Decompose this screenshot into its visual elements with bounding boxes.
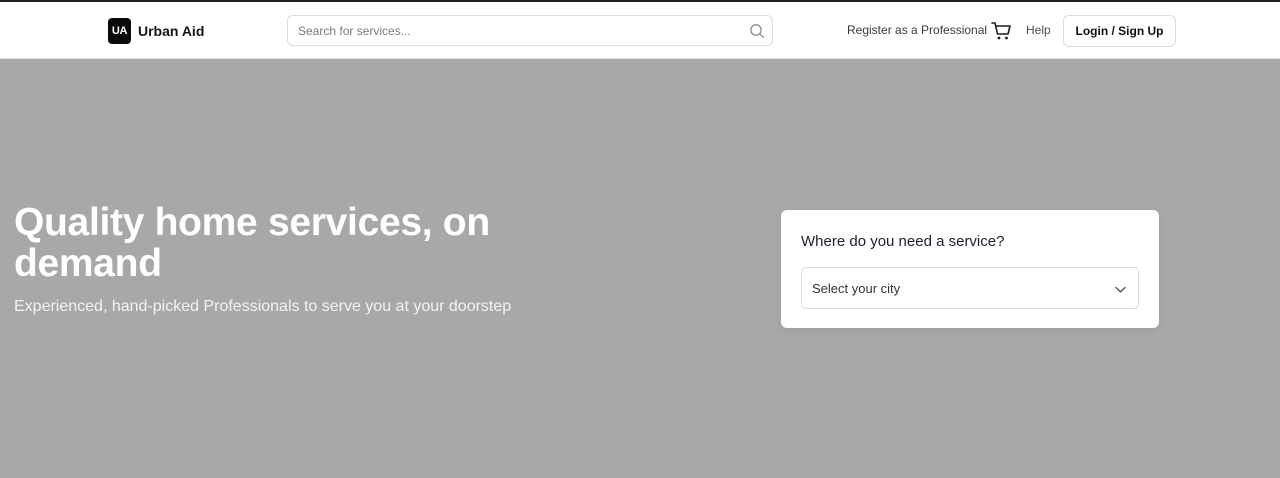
city-select-value: Select your city [812, 281, 901, 296]
search-icon[interactable] [749, 23, 765, 39]
city-select[interactable]: Select your city [801, 267, 1139, 309]
navbar: UA Urban Aid Register as a Professional … [0, 2, 1280, 59]
hero-title: Quality home services, on demand [14, 201, 490, 285]
chevron-down-icon [1115, 286, 1126, 293]
help-link[interactable]: Help [1026, 23, 1051, 37]
brand-name: Urban Aid [138, 23, 205, 39]
hero-subtitle: Experienced, hand-picked Professionals t… [14, 298, 512, 315]
service-location-heading: Where do you need a service? [801, 233, 1005, 250]
cart-icon[interactable] [991, 21, 1012, 41]
service-location-card: Where do you need a service? Select your… [781, 210, 1159, 328]
search-bar [287, 15, 773, 46]
register-professional-link[interactable]: Register as a Professional [847, 23, 987, 37]
login-signup-button[interactable]: Login / Sign Up [1063, 15, 1176, 47]
brand-logo-link[interactable]: UA Urban Aid [108, 18, 204, 44]
search-input[interactable] [288, 16, 772, 45]
logo-mark: UA [108, 18, 131, 44]
